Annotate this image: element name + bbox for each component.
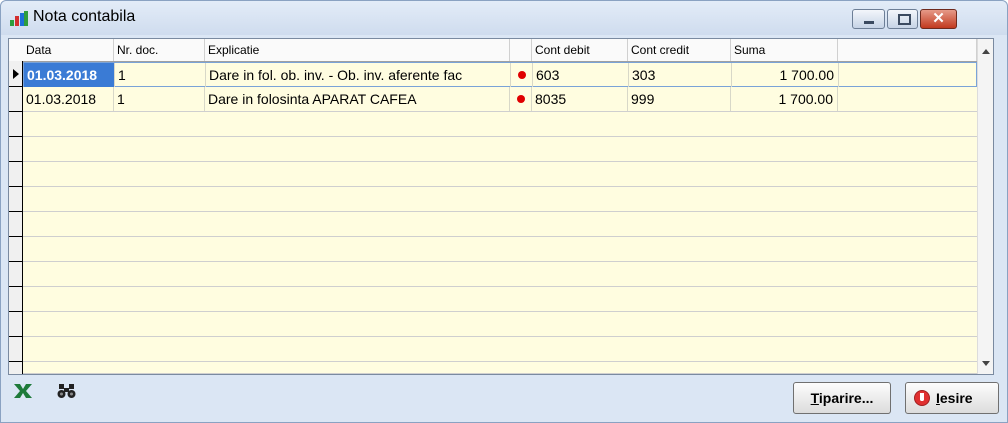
- window-title: Nota contabila: [33, 8, 136, 25]
- column-header-cont-credit[interactable]: Cont credit: [628, 39, 731, 61]
- column-header-empty: [838, 39, 977, 61]
- indicator-separator: [9, 211, 22, 212]
- close-button[interactable]: ✕: [920, 9, 957, 29]
- indicator-separator: [9, 261, 22, 262]
- empty-row[interactable]: [23, 237, 977, 262]
- indicator-separator: [9, 186, 22, 187]
- empty-row[interactable]: [23, 312, 977, 337]
- excel-icon[interactable]: [12, 381, 34, 401]
- cell-suma[interactable]: 1 700.00: [732, 63, 839, 87]
- cell-nr-doc[interactable]: 1: [114, 87, 205, 111]
- close-icon: ✕: [932, 10, 945, 27]
- title-bar: Nota contabila ✕: [1, 1, 1007, 35]
- red-dot-icon: [518, 71, 526, 79]
- print-button-accel: T: [810, 390, 819, 406]
- empty-row[interactable]: [23, 187, 977, 212]
- minimize-button[interactable]: [852, 9, 885, 29]
- scroll-up-icon[interactable]: [982, 49, 990, 54]
- indicator-separator: [9, 161, 22, 162]
- empty-row[interactable]: [23, 212, 977, 237]
- vertical-scrollbar[interactable]: [977, 39, 993, 374]
- cell-explicatie[interactable]: Dare in folosinta APARAT CAFEA: [205, 87, 510, 111]
- red-dot-icon: [517, 95, 525, 103]
- indicator-separator: [9, 311, 22, 312]
- binoculars-icon[interactable]: [56, 381, 78, 401]
- column-header-marker[interactable]: [510, 39, 532, 61]
- cell-data[interactable]: 01.03.2018: [23, 87, 114, 111]
- cell-suma[interactable]: 1 700.00: [731, 87, 838, 111]
- grid-header: Data Nr. doc. Explicatie Cont debit Cont…: [9, 39, 977, 62]
- entries-grid[interactable]: Data Nr. doc. Explicatie Cont debit Cont…: [8, 38, 994, 375]
- exit-button-label: esire: [939, 390, 973, 406]
- column-header-nr-doc[interactable]: Nr. doc.: [114, 39, 205, 61]
- column-header-data[interactable]: Data: [23, 39, 114, 61]
- maximize-button[interactable]: [887, 9, 918, 29]
- empty-row[interactable]: [23, 162, 977, 187]
- indicator-separator: [9, 361, 22, 362]
- cell-empty: [838, 87, 977, 111]
- indicator-separator: [9, 336, 22, 337]
- nota-contabila-window: Nota contabila ✕ Data Nr. doc. Explicati…: [0, 0, 1008, 423]
- cell-marker: [511, 63, 533, 87]
- cell-explicatie[interactable]: Dare in fol. ob. inv. - Ob. inv. aferent…: [206, 63, 511, 87]
- empty-row[interactable]: [23, 337, 977, 362]
- row-indicator-column: [9, 61, 23, 374]
- print-button-label: iparire...: [818, 390, 874, 406]
- cell-marker: [510, 87, 532, 111]
- exit-button[interactable]: Iesire: [905, 382, 999, 414]
- empty-row[interactable]: [23, 112, 977, 137]
- cell-nr-doc[interactable]: 1: [115, 63, 206, 87]
- empty-row[interactable]: [23, 137, 977, 162]
- cell-cont-debit[interactable]: 8035: [532, 87, 628, 111]
- scroll-down-icon[interactable]: [982, 361, 990, 366]
- empty-row[interactable]: [23, 287, 977, 312]
- empty-row[interactable]: [23, 262, 977, 287]
- indicator-separator: [9, 286, 22, 287]
- indicator-separator: [9, 136, 22, 137]
- table-row[interactable]: 01.03.2018 1 Dare in folosinta APARAT CA…: [23, 87, 977, 112]
- current-row-pointer-icon: [13, 69, 19, 79]
- column-header-explicatie[interactable]: Explicatie: [205, 39, 510, 61]
- cell-cont-credit[interactable]: 303: [629, 63, 732, 87]
- table-row[interactable]: 01.03.2018 1 Dare in fol. ob. inv. - Ob.…: [23, 62, 977, 87]
- print-button[interactable]: Tiparire...: [793, 382, 891, 414]
- indicator-separator: [9, 111, 22, 112]
- cell-cont-debit[interactable]: 603: [533, 63, 629, 87]
- chart-icon: [10, 11, 28, 26]
- empty-row[interactable]: [23, 362, 977, 374]
- cell-cont-credit[interactable]: 999: [628, 87, 731, 111]
- indicator-separator: [9, 236, 22, 237]
- column-header-suma[interactable]: Suma: [731, 39, 838, 61]
- cell-empty: [839, 63, 978, 87]
- power-icon: [914, 390, 930, 406]
- indicator-separator: [9, 86, 22, 87]
- column-header-cont-debit[interactable]: Cont debit: [532, 39, 628, 61]
- cell-data[interactable]: 01.03.2018: [24, 63, 115, 87]
